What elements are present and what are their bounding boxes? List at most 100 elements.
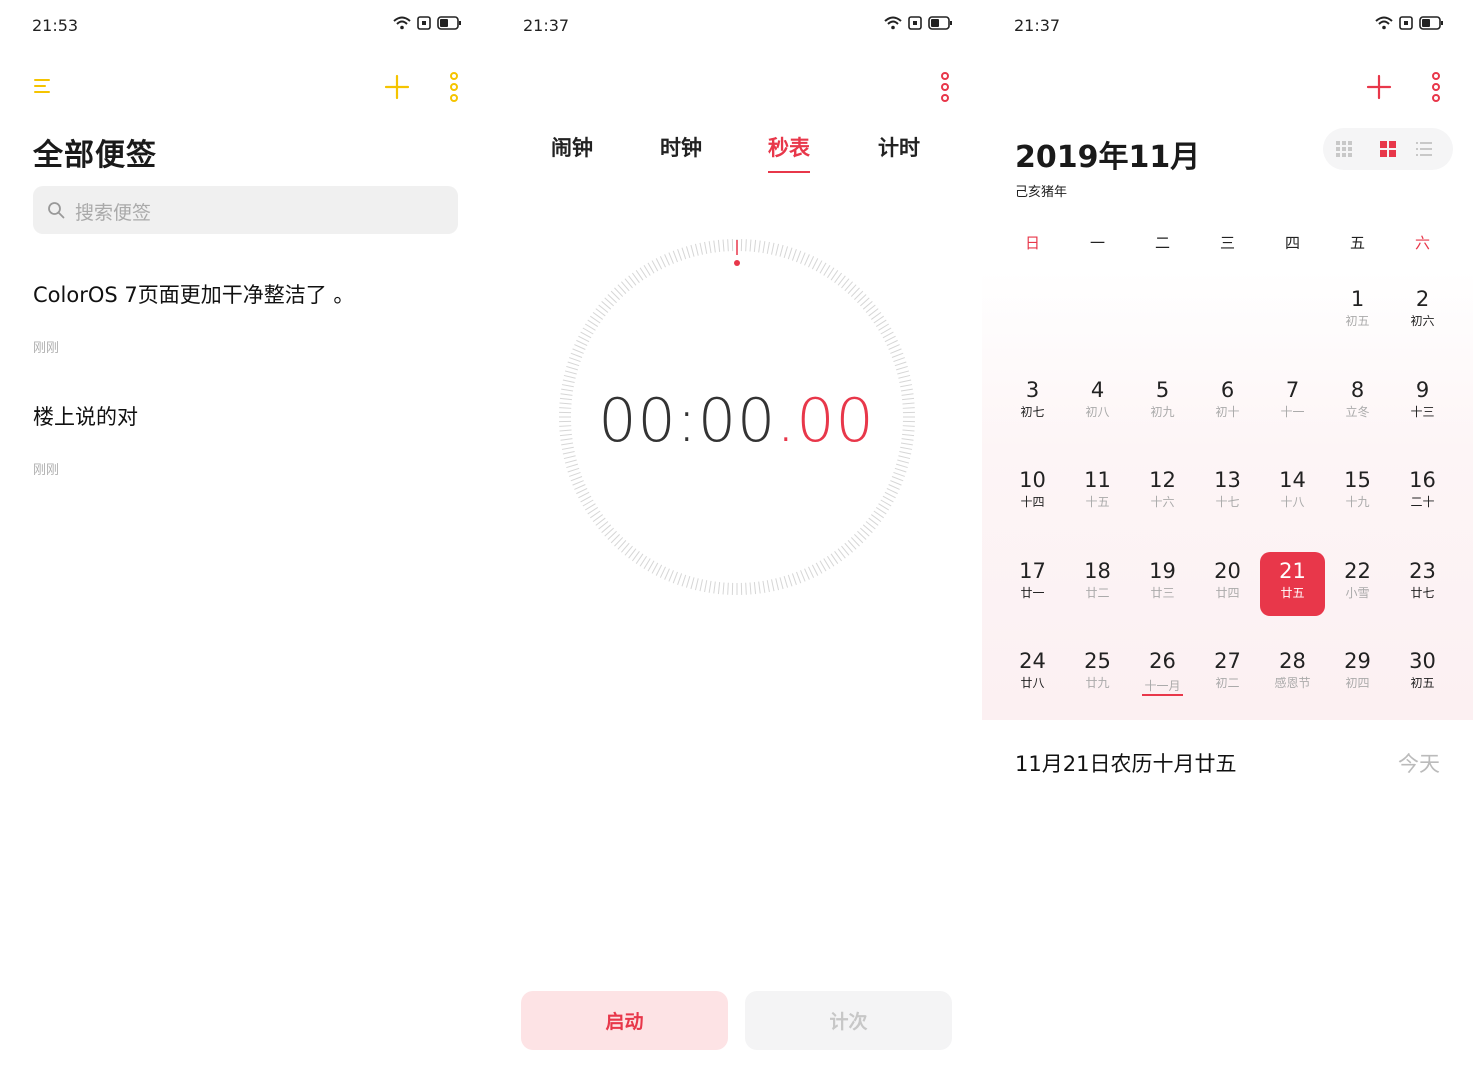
dial-tick (888, 344, 900, 350)
today-button[interactable]: 今天 (1398, 748, 1440, 778)
calendar-day[interactable]: 14 十八 (1260, 461, 1325, 525)
search-input[interactable]: 搜索便签 (33, 186, 458, 234)
calendar-day[interactable]: 28 感恩节 (1260, 642, 1325, 706)
calendar-day[interactable]: 3 初七 (1000, 371, 1065, 435)
dial-tick (766, 241, 770, 254)
dial-tick (791, 573, 797, 585)
calendar-day[interactable]: 29 初四 (1325, 642, 1390, 706)
calendar-day[interactable]: 17 廿一 (1000, 552, 1065, 616)
lap-button[interactable]: 计次 (745, 991, 952, 1050)
calendar-day[interactable]: 26 十一月 (1130, 642, 1195, 706)
calendar-day[interactable]: 16 二十 (1390, 461, 1455, 525)
dial-tick (800, 570, 806, 582)
dial-tick (643, 558, 651, 570)
calendar-day[interactable]: 30 初五 (1390, 642, 1455, 706)
dial-tick (779, 577, 784, 590)
more-options-icon[interactable] (444, 72, 464, 102)
calendar-day[interactable]: 24 廿八 (1000, 642, 1065, 706)
note-item[interactable]: 楼上说的对 刚刚 (33, 401, 138, 478)
ganzhi-year: 己亥猪年 (1015, 185, 1068, 200)
dial-tick (651, 562, 659, 574)
day-number: 26 (1149, 649, 1176, 673)
calendar-day[interactable]: 9 十三 (1390, 371, 1455, 435)
dial-tick (587, 319, 599, 328)
note-item[interactable]: ColorOS 7页面更加干净整洁了 。 刚刚 (33, 279, 354, 356)
calendar-day[interactable]: 12 十六 (1130, 461, 1195, 525)
day-number: 21 (1279, 558, 1306, 583)
dial-tick (727, 582, 729, 595)
calendar-day[interactable]: 11 十五 (1065, 461, 1130, 525)
tab-alarm[interactable]: 闹钟 (551, 132, 593, 162)
clock-screen: 21:37 闹钟 时钟 秒表 计时 00:00.00 启动 计次 (491, 0, 982, 1080)
dial-tick (685, 576, 691, 588)
dial-tick (578, 335, 590, 343)
dial-tick (717, 582, 721, 595)
lunar-date: 初五 (1345, 314, 1370, 328)
calendar-day[interactable]: 8 立冬 (1325, 371, 1390, 435)
calendar-day[interactable]: 23 廿七 (1390, 552, 1455, 616)
calendar-day[interactable]: 19 廿三 (1130, 552, 1195, 616)
lunar-date: 十八 (1280, 495, 1305, 509)
calendar-day-selected[interactable]: 21 廿五 (1260, 551, 1325, 616)
calendar-day[interactable]: 27 初二 (1195, 642, 1260, 706)
dial-tick (783, 576, 789, 588)
dial-tick (694, 243, 699, 256)
calendar-day[interactable]: 20 廿四 (1195, 552, 1260, 616)
status-time: 21:37 (523, 16, 570, 35)
calendar-day[interactable]: 25 廿九 (1065, 642, 1130, 706)
calendar-day[interactable]: 7 十一 (1260, 371, 1325, 435)
lunar-date: 初十 (1215, 404, 1240, 419)
calendar-day[interactable]: 4 初八 (1065, 371, 1130, 435)
more-options-icon[interactable] (935, 72, 955, 102)
calendar-day[interactable]: 2 初六 (1390, 280, 1455, 344)
day-number: 29 (1344, 649, 1371, 673)
add-event-icon[interactable] (1365, 73, 1393, 101)
dial-tick (811, 258, 819, 270)
dial-tick (572, 480, 584, 486)
dial-tick (582, 499, 594, 507)
tab-clock[interactable]: 时钟 (660, 132, 702, 162)
calendar-day[interactable]: 15 十九 (1325, 461, 1390, 525)
dial-tick (819, 560, 827, 572)
calendar-day[interactable]: 18 廿二 (1065, 552, 1130, 616)
more-options-icon[interactable] (1426, 72, 1446, 102)
lunar-date: 十一 (1280, 404, 1305, 419)
month-view-icon[interactable] (1379, 140, 1397, 158)
month-title[interactable]: 2019年11月 (1015, 132, 1200, 176)
tab-stopwatch[interactable]: 秒表 (768, 132, 810, 173)
list-view-icon[interactable] (1415, 140, 1433, 158)
day-number: 3 (1025, 377, 1040, 402)
day-number: 28 (1279, 649, 1306, 673)
year-view-icon[interactable] (1335, 140, 1353, 158)
dial-tick (699, 242, 703, 255)
dial-tick (815, 260, 823, 272)
calendar-day[interactable]: 1 初五 (1325, 280, 1390, 344)
dial-tick (635, 270, 644, 281)
calendar-day[interactable]: 13 十七 (1195, 461, 1260, 525)
dial-tick (888, 484, 900, 490)
add-note-icon[interactable] (383, 73, 411, 101)
dial-tick (567, 467, 580, 473)
wifi-icon (1375, 16, 1393, 30)
calendar-day[interactable]: 22 小雪 (1325, 552, 1390, 616)
dial-tick (566, 463, 578, 469)
dial-tick (713, 240, 716, 253)
lunar-date: 廿五 (1280, 585, 1305, 600)
battery-icon (928, 16, 952, 30)
tab-timer[interactable]: 计时 (878, 132, 920, 162)
battery-icon (437, 16, 461, 30)
calendar-day[interactable]: 6 初十 (1195, 371, 1260, 435)
dial-tick (800, 252, 806, 264)
calendar-day[interactable]: 5 初九 (1130, 371, 1195, 435)
dial-tick (672, 250, 678, 263)
calendar-day[interactable]: 10 十四 (1000, 461, 1065, 525)
menu-icon[interactable] (30, 74, 54, 98)
day-number: 25 (1084, 649, 1111, 673)
day-number: 16 (1409, 468, 1436, 492)
dial-tick (758, 581, 761, 594)
dial-tick (569, 471, 581, 477)
lunar-date: 立冬 (1345, 404, 1370, 419)
start-button[interactable]: 启动 (521, 991, 728, 1050)
lunar-date: 十一月 (1142, 678, 1183, 696)
dial-tick (884, 491, 896, 499)
